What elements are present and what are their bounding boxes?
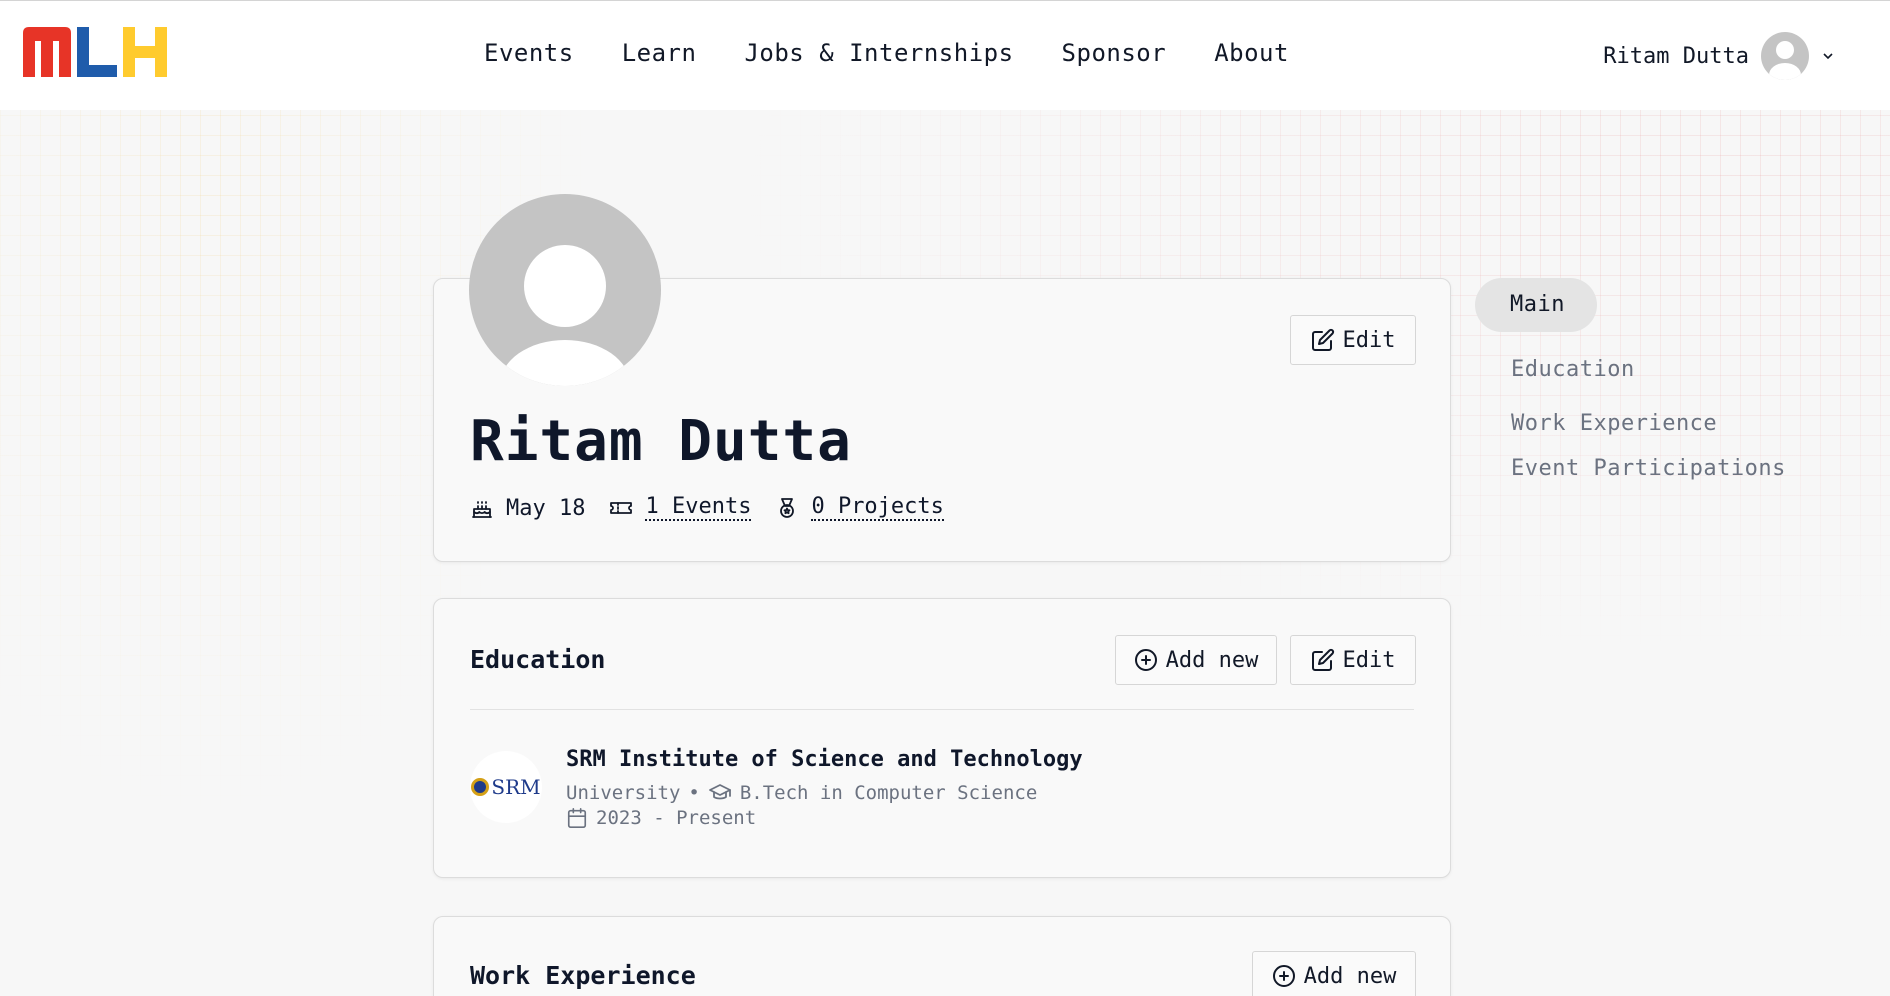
add-new-label: Add new — [1165, 647, 1259, 673]
profile-avatar — [469, 194, 661, 386]
separator: • — [688, 782, 700, 804]
education-title: Education — [470, 645, 606, 674]
section-nav-education[interactable]: Education — [1475, 343, 1822, 397]
school-logo: SRM — [470, 751, 542, 823]
date-range: 2023 - Present — [596, 807, 757, 829]
nav-jobs-internships[interactable]: Jobs & Internships — [744, 39, 1013, 67]
user-name: Ritam Dutta — [1603, 43, 1749, 69]
section-nav: Main Education Work Experience Event Par… — [1475, 278, 1822, 496]
degree: B.Tech in Computer Science — [739, 782, 1038, 804]
edit-icon — [1311, 328, 1334, 351]
nav-sponsor[interactable]: Sponsor — [1062, 39, 1167, 67]
birthday-text: May 18 — [506, 495, 586, 521]
education-card: Education Add new Edit SRM SRM Institute… — [433, 598, 1451, 878]
user-menu[interactable]: Ritam Dutta — [1603, 32, 1835, 80]
nav-events[interactable]: Events — [484, 39, 574, 67]
profile-meta: May 18 1 Events 0 Projects — [470, 494, 944, 522]
add-work-button[interactable]: Add new — [1252, 951, 1416, 996]
graduation-cap-icon — [708, 784, 731, 800]
work-experience-title: Work Experience — [470, 961, 696, 990]
edit-label: Edit — [1342, 647, 1396, 673]
top-navbar: Events Learn Jobs & Internships Sponsor … — [0, 0, 1890, 110]
divider — [470, 709, 1414, 710]
profile-name: Ritam Dutta — [470, 409, 852, 474]
birthday: May 18 — [470, 496, 585, 521]
school-details: University • B.Tech in Computer Science — [566, 781, 1037, 805]
edit-education-button[interactable]: Edit — [1290, 635, 1416, 685]
chevron-down-icon — [1823, 53, 1833, 60]
main-nav: Events Learn Jobs & Internships Sponsor … — [484, 39, 1289, 67]
edit-profile-button[interactable]: Edit — [1290, 315, 1416, 365]
ticket-icon — [610, 502, 633, 514]
school-type: University — [566, 782, 681, 804]
events-link[interactable]: 1 Events — [645, 494, 752, 522]
school-dates: 2023 - Present — [566, 807, 756, 829]
section-nav-main[interactable]: Main — [1475, 278, 1597, 332]
work-experience-card: Work Experience Add new — [433, 916, 1451, 996]
plus-circle-icon — [1272, 965, 1295, 987]
projects-link[interactable]: 0 Projects — [811, 494, 944, 522]
mlh-logo[interactable] — [23, 27, 167, 77]
edit-icon — [1311, 648, 1334, 671]
section-nav-event-participations[interactable]: Event Participations — [1475, 442, 1822, 496]
user-avatar — [1761, 32, 1809, 80]
calendar-icon — [567, 808, 587, 828]
add-new-label: Add new — [1303, 963, 1397, 989]
medal-icon — [780, 498, 795, 518]
school-name: SRM Institute of Science and Technology — [566, 747, 1083, 772]
projects-count[interactable]: 0 Projects — [775, 494, 944, 522]
nav-learn[interactable]: Learn — [622, 39, 697, 67]
plus-circle-icon — [1134, 649, 1157, 671]
seal-icon — [471, 778, 490, 796]
events-count[interactable]: 1 Events — [609, 494, 752, 522]
edit-label: Edit — [1342, 327, 1396, 353]
cake-icon — [472, 501, 492, 518]
nav-about[interactable]: About — [1214, 39, 1289, 67]
add-education-button[interactable]: Add new — [1115, 635, 1277, 685]
